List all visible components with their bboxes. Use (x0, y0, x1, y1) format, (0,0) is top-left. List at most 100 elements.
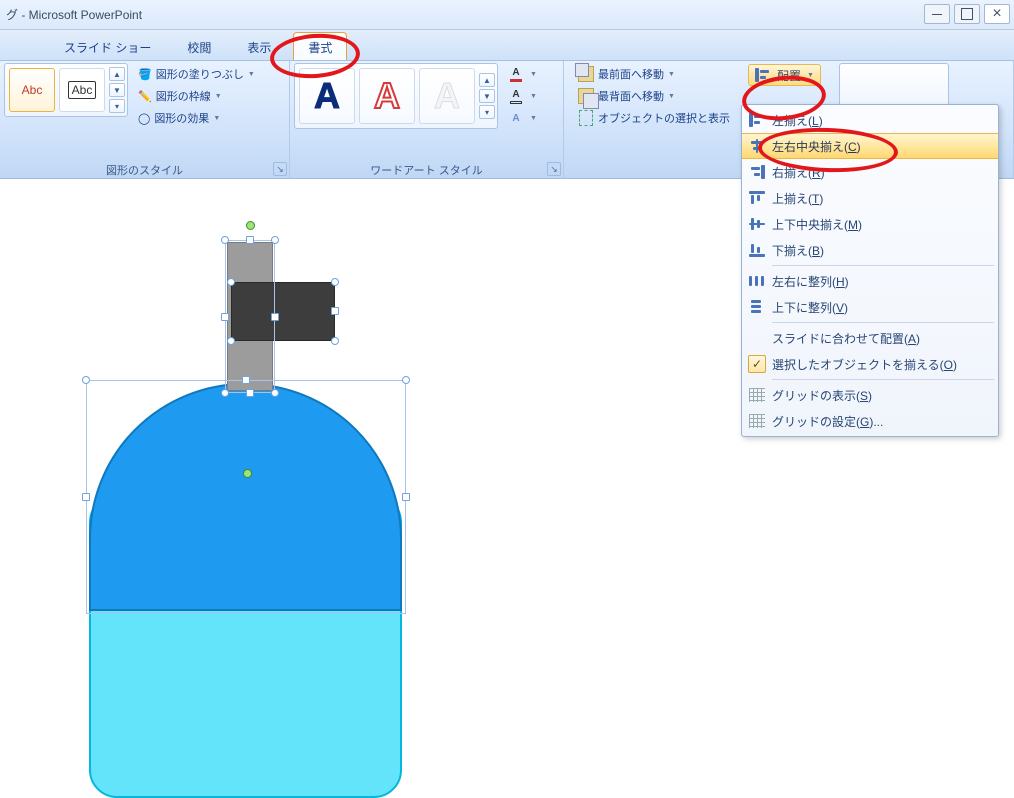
align-split-button[interactable]: 配置▼ (748, 64, 821, 86)
menu-align-selected-objects[interactable]: ✓選択したオブジェクトを揃える(O) (742, 351, 998, 377)
maximize-button[interactable] (954, 4, 980, 24)
tab-review[interactable]: 校閲 (173, 33, 225, 60)
selection-handle[interactable] (271, 236, 279, 244)
window-title: グ - Microsoft PowerPoint (6, 6, 142, 23)
text-effects-button[interactable]: A▼ (502, 107, 541, 129)
style-thumb[interactable]: Abc (9, 68, 55, 112)
menu-distribute-vertical[interactable]: 上下に整列(V) (742, 294, 998, 320)
menu-separator (772, 322, 994, 323)
wordart-thumb[interactable]: A (359, 68, 415, 124)
ribbon-tabstrip: スライド ショー 校閲 表示 書式 (0, 30, 1014, 61)
shape-style-gallery[interactable]: Abc Abc ▲ ▼ ▾ (4, 63, 128, 117)
selection-handle[interactable] (402, 376, 410, 384)
gallery-up-icon[interactable]: ▲ (109, 67, 125, 81)
menu-show-gridlines[interactable]: グリッドの表示(S) (742, 382, 998, 408)
align-middle-icon (749, 217, 765, 231)
shape-fill-button[interactable]: 🪣図形の塗りつぶし▼ (134, 63, 259, 85)
rotation-handle[interactable] (246, 221, 255, 230)
style-thumb[interactable]: Abc (59, 68, 105, 112)
pencil-icon: ✏️ (138, 90, 152, 103)
menu-align-left[interactable]: 左揃え(L) (742, 107, 998, 133)
dialog-launcher-icon[interactable]: ↘ (273, 162, 287, 176)
align-top-icon (749, 191, 765, 205)
bring-to-front-button[interactable]: 最前面へ移動▼ (574, 63, 734, 85)
selection-handle[interactable] (82, 376, 90, 384)
gallery-scroll[interactable]: ▲ ▼ ▾ (479, 72, 495, 120)
send-to-back-button[interactable]: 最背面へ移動▼ (574, 85, 734, 107)
selection-handle[interactable] (246, 389, 254, 397)
text-fill-button[interactable]: A▼ (502, 63, 541, 85)
tab-view[interactable]: 表示 (233, 33, 285, 60)
align-left-icon (749, 113, 765, 127)
align-center-icon (749, 139, 765, 153)
text-outline-button[interactable]: A▼ (502, 85, 541, 107)
dialog-launcher-icon[interactable]: ↘ (547, 162, 561, 176)
menu-align-middle-vertical[interactable]: 上下中央揃え(M) (742, 211, 998, 237)
wordart-thumb[interactable]: A (419, 68, 475, 124)
tab-slideshow[interactable]: スライド ショー (50, 33, 165, 60)
align-bottom-icon (749, 243, 765, 257)
menu-separator (772, 379, 994, 380)
group-wordart-styles: A A A ▲ ▼ ▾ A▼ A▼ A▼ ワードアート スタイル ↘ (290, 61, 564, 178)
rotation-handle[interactable] (243, 469, 252, 478)
selection-handle[interactable] (331, 337, 339, 345)
menu-align-bottom[interactable]: 下揃え(B) (742, 237, 998, 263)
selection-outline (86, 380, 406, 614)
text-effects-icon: A (506, 108, 526, 128)
send-back-icon (578, 88, 594, 104)
effects-icon: ◯ (138, 112, 150, 125)
gallery-more-icon[interactable]: ▾ (109, 99, 125, 113)
selection-handle[interactable] (246, 236, 254, 244)
distribute-v-icon (749, 300, 765, 314)
selection-handle[interactable] (331, 307, 339, 315)
align-icon (755, 68, 771, 82)
close-button[interactable] (984, 4, 1010, 24)
shape-effects-button[interactable]: ◯図形の効果▼ (134, 107, 259, 129)
selection-pane-icon (578, 110, 594, 126)
checkmark-icon: ✓ (748, 355, 766, 373)
selection-handle[interactable] (271, 389, 279, 397)
text-fill-icon: A (506, 64, 526, 84)
selection-handle[interactable] (221, 313, 229, 321)
gallery-down-icon[interactable]: ▼ (109, 83, 125, 97)
group-label: ワードアート スタイル (294, 162, 559, 178)
distribute-h-icon (749, 274, 765, 288)
group-shape-styles: Abc Abc ▲ ▼ ▾ 🪣図形の塗りつぶし▼ ✏️図形の枠線▼ ◯図形の効果… (0, 61, 290, 178)
grid-settings-icon (749, 414, 765, 428)
selection-handle[interactable] (331, 278, 339, 286)
window-controls (924, 4, 1010, 24)
shape-outline-button[interactable]: ✏️図形の枠線▼ (134, 85, 259, 107)
selection-handle[interactable] (221, 236, 229, 244)
group-label: 図形のスタイル (4, 162, 285, 178)
grid-icon (749, 388, 765, 402)
menu-align-center-horizontal[interactable]: 左右中央揃え(C) (742, 133, 998, 159)
gallery-more-icon[interactable]: ▾ (479, 105, 495, 119)
title-bar: グ - Microsoft PowerPoint 描画ツール (0, 0, 1014, 30)
menu-align-top[interactable]: 上揃え(T) (742, 185, 998, 211)
menu-align-to-slide[interactable]: スライドに合わせて配置(A) (742, 325, 998, 351)
align-right-icon (749, 165, 765, 179)
gallery-down-icon[interactable]: ▼ (479, 89, 495, 103)
selection-pane-button[interactable]: オブジェクトの選択と表示 (574, 107, 734, 129)
selection-handle[interactable] (227, 337, 235, 345)
menu-distribute-horizontal[interactable]: 左右に整列(H) (742, 268, 998, 294)
selection-handle[interactable] (402, 493, 410, 501)
menu-align-right[interactable]: 右揃え(R) (742, 159, 998, 185)
selection-handle[interactable] (82, 493, 90, 501)
selection-outline (225, 240, 275, 393)
gallery-up-icon[interactable]: ▲ (479, 73, 495, 87)
selection-handle[interactable] (221, 389, 229, 397)
minimize-button[interactable] (924, 4, 950, 24)
menu-separator (772, 265, 994, 266)
selection-handle[interactable] (271, 313, 279, 321)
wordart-thumb[interactable]: A (299, 68, 355, 124)
paint-bucket-icon: 🪣 (138, 68, 152, 81)
gallery-scroll[interactable]: ▲ ▼ ▾ (109, 66, 125, 114)
align-menu: 左揃え(L) 左右中央揃え(C) 右揃え(R) 上揃え(T) 上下中央揃え(M)… (741, 104, 999, 437)
menu-grid-settings[interactable]: グリッドの設定(G)... (742, 408, 998, 434)
bring-front-icon (578, 66, 594, 82)
text-outline-icon: A (506, 86, 526, 106)
tab-format[interactable]: 書式 (293, 32, 347, 60)
wordart-gallery[interactable]: A A A ▲ ▼ ▾ (294, 63, 498, 129)
selection-handle[interactable] (227, 278, 235, 286)
